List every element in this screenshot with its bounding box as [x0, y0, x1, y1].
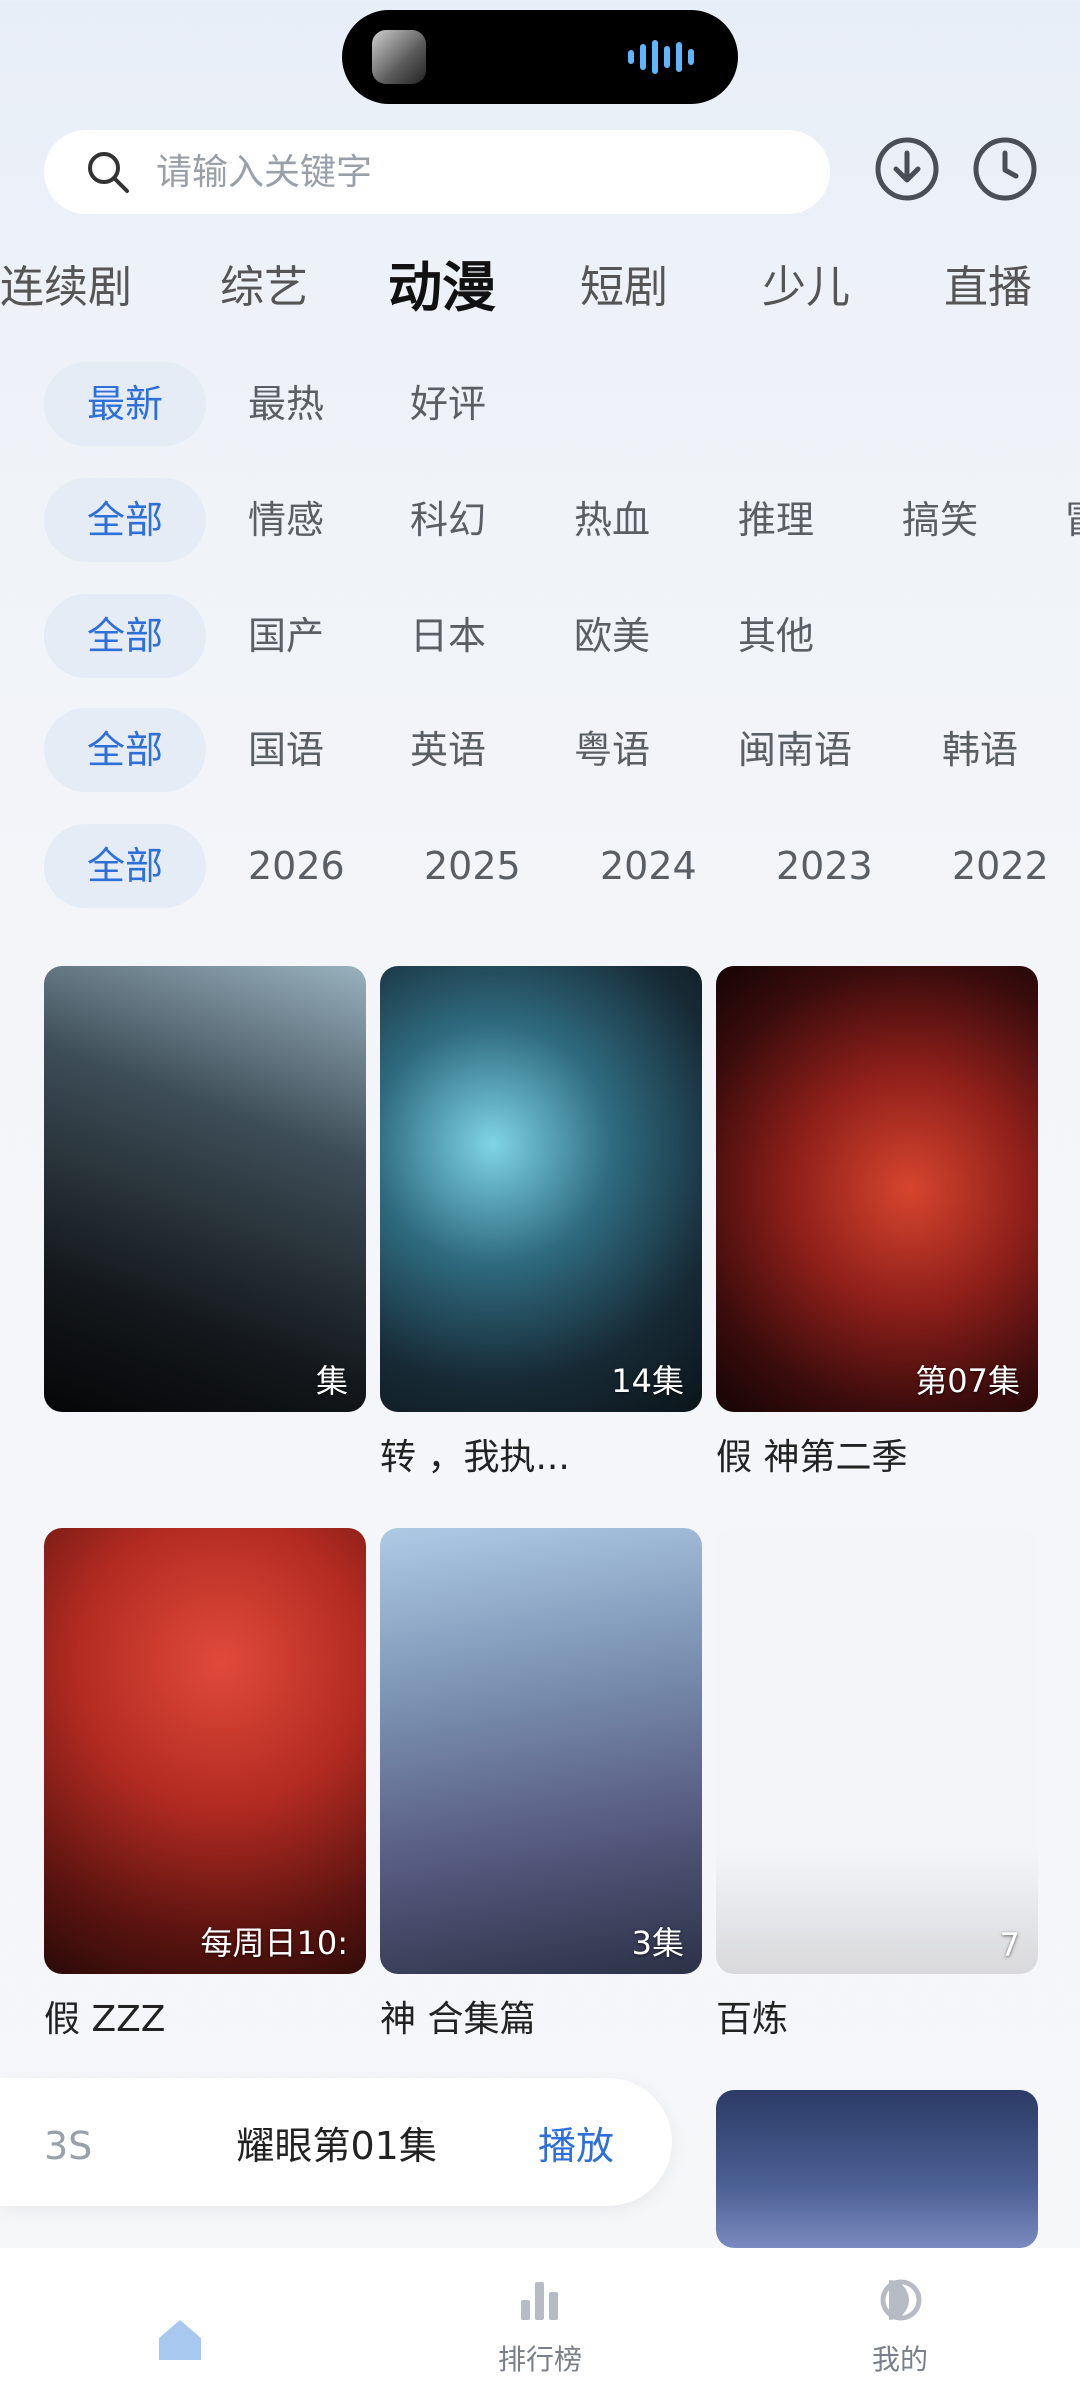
filter-chip[interactable]: 搞笑 — [902, 478, 978, 562]
poster-image: 第07集 — [716, 966, 1038, 1412]
filter-chip[interactable]: 2026 — [248, 824, 345, 908]
continue-watching-bar[interactable]: 3S 耀眼第01集 播放 — [0, 2078, 672, 2206]
now-playing-thumbnail — [372, 30, 426, 84]
filter-chip-selected[interactable]: 全部 — [44, 708, 206, 792]
episode-badge: 3集 — [631, 1924, 684, 1962]
filter-chip[interactable]: 好评 — [410, 362, 486, 446]
filter-chip[interactable]: 冒 — [1064, 478, 1080, 562]
filter-chip[interactable]: 国产 — [248, 594, 324, 678]
episode-badge: 14集 — [611, 1362, 684, 1400]
filter-chip[interactable]: 2025 — [424, 824, 521, 908]
history-clock-icon[interactable] — [972, 136, 1038, 202]
filter-chip[interactable]: 其他 — [738, 594, 814, 678]
tab-kids[interactable]: 少儿 — [762, 248, 850, 328]
video-title: 转 ，我执... — [380, 1437, 570, 1478]
nav-mine[interactable]: 我的 — [720, 2248, 1080, 2400]
poster-image: 每周日10: — [44, 1528, 366, 1974]
filter-chip[interactable]: 闽南语 — [738, 708, 852, 792]
episode-badge: 每周日10: — [200, 1924, 348, 1962]
home-icon — [159, 2320, 201, 2360]
search-icon — [88, 152, 129, 193]
poster-image: 3集 — [380, 1528, 702, 1974]
filter-chip[interactable]: 最热 — [248, 362, 324, 446]
video-card[interactable]: 每周日10: 假 ZZZ — [44, 1528, 366, 2042]
tab-variety[interactable]: 综艺 — [220, 248, 308, 328]
episode-badge: 7 — [999, 1926, 1020, 1964]
dynamic-island-player[interactable] — [342, 10, 738, 104]
tab-series[interactable]: 连续剧 — [0, 248, 132, 328]
nav-label: 排行榜 — [497, 2343, 582, 2376]
tab-anime[interactable]: 动漫 — [388, 248, 496, 328]
download-icon[interactable] — [874, 136, 940, 202]
continue-watching-title: 耀眼第01集 — [236, 2123, 437, 2168]
video-card[interactable]: 第07集 假 神第二季 — [716, 966, 1038, 1480]
filter-chip[interactable]: 欧美 — [574, 594, 650, 678]
filter-row-region: 全部 国产 日本 欧美 其他 — [0, 594, 1080, 678]
filter-chip[interactable]: 粤语 — [574, 708, 650, 792]
profile-icon — [880, 2279, 922, 2321]
tab-live[interactable]: 直播 — [944, 248, 1032, 328]
video-card[interactable]: 3集 神 合集篇 — [380, 1528, 702, 2042]
filter-chip[interactable]: 推理 — [738, 478, 814, 562]
ranking-bars-icon — [521, 2282, 558, 2320]
nav-label: 我的 — [871, 2343, 928, 2376]
filter-row-genre: 全部 情感 科幻 热血 推理 搞笑 冒 — [0, 478, 1080, 562]
filter-chip[interactable]: 科幻 — [410, 478, 486, 562]
filter-chip-selected[interactable]: 全部 — [44, 478, 206, 562]
video-title: 百炼 — [716, 1999, 789, 2040]
search-bar[interactable] — [44, 130, 830, 214]
tab-short-drama[interactable]: 短剧 — [580, 248, 668, 328]
filter-row-language: 全部 国语 英语 粤语 闽南语 韩语 — [0, 708, 1080, 792]
filter-chip-selected[interactable]: 最新 — [44, 362, 206, 446]
episode-badge: 第07集 — [915, 1362, 1020, 1400]
nav-ranking[interactable]: 排行榜 — [360, 2248, 720, 2400]
audio-wave-icon — [628, 37, 694, 77]
filter-chip[interactable]: 韩语 — [942, 708, 1018, 792]
category-tabs: 连续剧 综艺 动漫 短剧 少儿 直播 — [0, 248, 1080, 328]
filter-row-year: 全部 2026 2025 2024 2023 2022 — [0, 824, 1080, 908]
filter-row-sort: 最新 最热 好评 — [0, 362, 1080, 446]
filter-chip[interactable]: 情感 — [248, 478, 324, 562]
filter-chip[interactable]: 日本 — [410, 594, 486, 678]
episode-badge: 集 — [315, 1362, 348, 1400]
video-card[interactable]: 7 百炼 — [716, 1528, 1038, 2042]
filter-chip-selected[interactable]: 全部 — [44, 824, 206, 908]
continue-watching-prefix: 3S — [44, 2123, 93, 2168]
nav-home[interactable] — [0, 2248, 360, 2400]
filter-chip[interactable]: 2023 — [776, 824, 873, 908]
video-title: 假 ZZZ — [44, 1999, 166, 2040]
filter-chip[interactable]: 2022 — [952, 824, 1049, 908]
filter-chip[interactable]: 英语 — [410, 708, 486, 792]
poster-image: 7 — [716, 1528, 1038, 1974]
filter-chip[interactable]: 2024 — [600, 824, 697, 908]
filter-chip-selected[interactable]: 全部 — [44, 594, 206, 678]
filter-chip[interactable]: 国语 — [248, 708, 324, 792]
poster-image — [716, 2090, 1038, 2248]
video-card[interactable] — [716, 2090, 1038, 2248]
search-input[interactable] — [154, 150, 798, 194]
video-title: 神 合集篇 — [380, 1999, 536, 2040]
video-card[interactable]: 14集 转 ，我执... — [380, 966, 702, 1480]
poster-image: 集 — [44, 966, 366, 1412]
bottom-nav: 排行榜 我的 — [0, 2248, 1080, 2400]
filter-chip[interactable]: 热血 — [574, 478, 650, 562]
play-button[interactable]: 播放 — [538, 2115, 614, 2170]
video-title: 假 神第二季 — [716, 1437, 908, 1478]
poster-image: 14集 — [380, 966, 702, 1412]
continue-watching-text: 3S 耀眼第01集 — [44, 2115, 437, 2170]
video-card[interactable]: 集 — [44, 966, 366, 1428]
